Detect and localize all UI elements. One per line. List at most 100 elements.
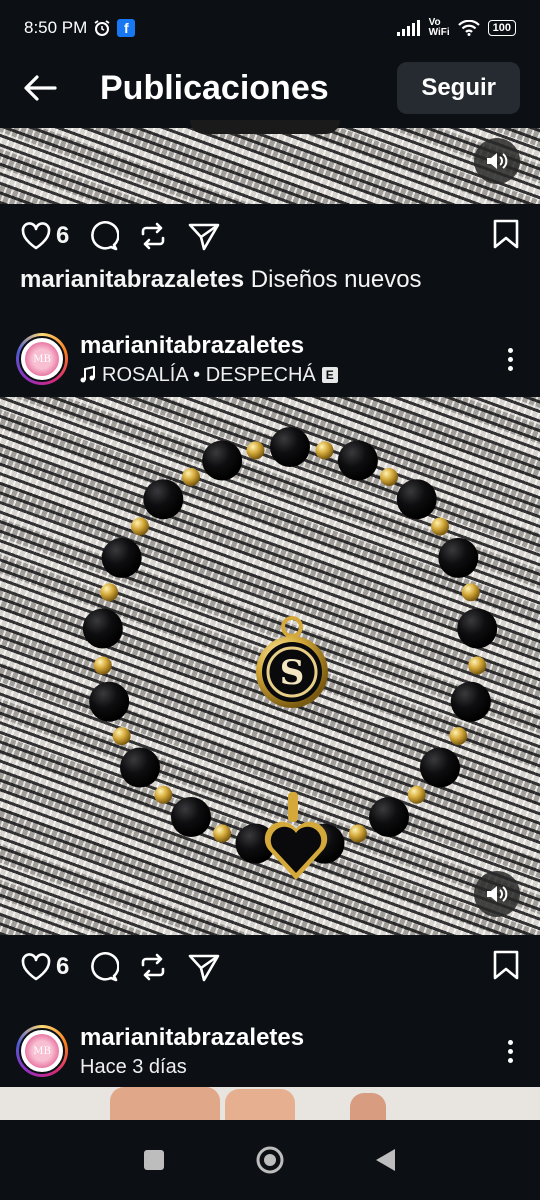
post1-actions: 6: [0, 204, 540, 268]
black-bead: [457, 608, 498, 649]
post2-username[interactable]: marianitabrazaletes: [80, 332, 338, 360]
post3-more-button[interactable]: [496, 1039, 524, 1063]
post1-share-button[interactable]: [187, 220, 221, 252]
gold-bead: [449, 727, 468, 746]
battery-indicator: 100: [487, 20, 516, 36]
black-bead: [438, 537, 479, 578]
alarm-icon: [94, 20, 110, 36]
speaker-icon: [487, 886, 508, 902]
gold-bead: [112, 727, 131, 746]
comment-icon: [91, 952, 120, 982]
post2-comment-button[interactable]: [87, 951, 120, 983]
post1-sound-button[interactable]: [474, 138, 520, 184]
comment-icon: [91, 221, 120, 251]
status-right: Vo WiFi 100: [396, 18, 516, 38]
black-bead: [171, 797, 211, 837]
avatar-frame: MB: [19, 1028, 65, 1074]
post3-meta: marianitabrazaletes Hace 3 días: [80, 1024, 304, 1079]
gold-bead: [348, 824, 367, 843]
gold-bead: [93, 656, 112, 675]
post2-meta: marianitabrazaletes ROSALÍA • DESPECHÁ E: [80, 332, 338, 387]
status-left: 8:50 PM f: [24, 18, 136, 38]
more-dot: [507, 1057, 513, 1063]
post2-media[interactable]: S: [0, 397, 540, 935]
back-button[interactable]: [20, 68, 60, 108]
post1-media[interactable]: [0, 120, 540, 204]
triangle-back-icon: [376, 1149, 395, 1171]
heart-icon: [21, 953, 51, 981]
more-dot: [507, 1048, 513, 1054]
gold-bead: [182, 468, 200, 486]
facebook-notification-icon: f: [117, 19, 136, 37]
black-bead: [101, 537, 142, 578]
post2-music[interactable]: ROSALÍA • DESPECHÁ E: [80, 364, 338, 387]
post2-like-count: 6: [56, 953, 70, 980]
post3-media[interactable]: [0, 1087, 540, 1120]
post1-save-button[interactable]: [492, 218, 520, 255]
status-time: 8:50 PM: [24, 18, 88, 37]
black-bead: [143, 479, 184, 520]
music-note-icon: [80, 366, 95, 383]
black-bead: [270, 427, 310, 467]
gold-bead: [246, 441, 265, 460]
nav-home-button[interactable]: [255, 1145, 285, 1175]
volte-label: Vo WiFi: [429, 18, 450, 38]
square-icon: [144, 1150, 164, 1170]
post1-comment-button[interactable]: [87, 220, 120, 252]
repost-icon: [142, 222, 165, 250]
avatar-logo: MB: [25, 342, 59, 376]
post3-username[interactable]: marianitabrazaletes: [80, 1024, 304, 1052]
gold-bead: [315, 441, 334, 460]
nav-back-button[interactable]: [375, 1148, 397, 1172]
explicit-badge: E: [321, 367, 338, 383]
app-header: Publicaciones Seguir: [0, 56, 540, 120]
gold-bead: [461, 583, 480, 602]
repost-icon: [142, 953, 165, 981]
caption-text: Diseños nuevos: [244, 266, 422, 293]
wifi-icon: [457, 20, 480, 36]
send-icon: [189, 954, 220, 982]
music-label: ROSALÍA • DESPECHÁ: [102, 363, 316, 386]
status-bar: 8:50 PM f Vo WiFi 100: [0, 0, 540, 56]
post2-avatar[interactable]: MB: [16, 333, 68, 385]
post2-share-button[interactable]: [187, 951, 221, 983]
post2-like-button[interactable]: 6: [20, 952, 69, 982]
volte-bottom: WiFi: [428, 27, 450, 38]
post2-save-button[interactable]: [492, 949, 520, 986]
black-bead: [120, 747, 160, 788]
gold-bead: [407, 785, 426, 804]
black-bead: [396, 479, 437, 520]
post1-repost-button[interactable]: [137, 220, 169, 252]
post2-actions: 6: [0, 935, 540, 999]
nav-recents-button[interactable]: [143, 1149, 165, 1171]
caption-username[interactable]: marianitabrazaletes: [20, 266, 244, 293]
post1-like-count: 6: [56, 222, 70, 249]
signal-icon: [396, 20, 420, 36]
circle-icon: [256, 1146, 284, 1174]
black-bead: [202, 440, 243, 481]
avatar-frame: MB: [19, 336, 65, 382]
post3-time: Hace 3 días: [80, 1055, 187, 1078]
system-nav-bar: [0, 1120, 540, 1200]
pendant-s: S: [256, 616, 328, 708]
post2-more-button[interactable]: [496, 347, 524, 371]
post1-like-button[interactable]: 6: [20, 221, 69, 251]
page-title: Publicaciones: [100, 68, 329, 107]
black-bead: [450, 681, 491, 722]
gold-bead: [468, 656, 487, 675]
post2-sound-button[interactable]: [474, 871, 520, 917]
post3-avatar[interactable]: MB: [16, 1025, 68, 1077]
black-bead: [337, 440, 378, 481]
arrow-left-icon: [24, 75, 57, 101]
gold-bead: [131, 517, 149, 536]
more-dot: [507, 347, 513, 353]
post2-repost-button[interactable]: [137, 951, 169, 983]
post3-header: MB marianitabrazaletes Hace 3 días: [0, 1016, 540, 1086]
bookmark-icon: [493, 950, 519, 979]
black-bead: [82, 608, 123, 649]
pendant-heart: [264, 792, 328, 880]
follow-button[interactable]: Seguir: [397, 62, 520, 114]
black-bead: [369, 797, 409, 837]
more-dot: [507, 365, 513, 371]
more-dot: [507, 356, 513, 362]
